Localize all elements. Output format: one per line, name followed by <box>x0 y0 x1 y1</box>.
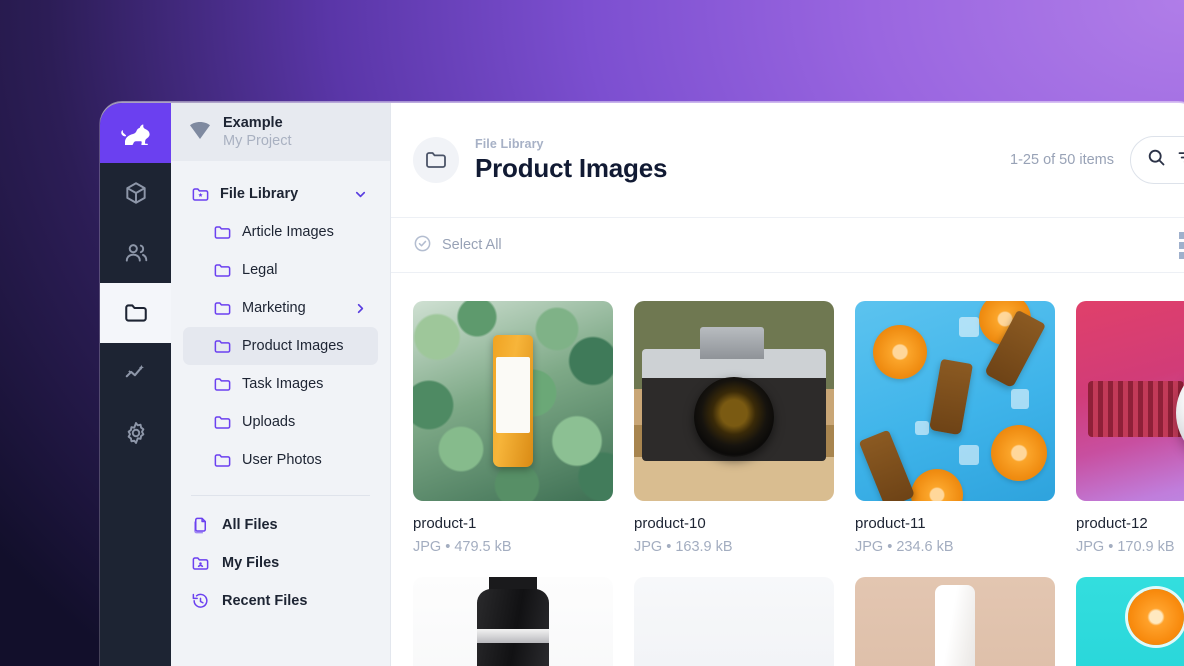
file-name: product-11 <box>855 515 926 532</box>
item-count: 1-25 of 50 items <box>1010 152 1114 168</box>
tree-item-file-library[interactable]: File Library <box>183 175 378 213</box>
file-meta: JPG • 479.5 kB <box>413 539 512 555</box>
select-all-label: Select All <box>442 237 502 253</box>
folder-icon <box>213 337 232 356</box>
sidebar-item-analytics[interactable] <box>100 343 171 403</box>
file-thumbnail[interactable] <box>634 577 834 666</box>
file-name: product-12 <box>1076 515 1148 532</box>
rabbit-logo-icon[interactable] <box>100 103 171 163</box>
file-meta: JPG • 234.6 kB <box>855 539 954 555</box>
sidebar-link-my-files[interactable]: My Files <box>183 544 378 582</box>
select-all-button[interactable]: Select All <box>413 234 502 257</box>
sidebar-item-files[interactable] <box>100 283 171 343</box>
grid-view-icon[interactable] <box>1179 231 1184 259</box>
content-header: File Library Product Images 1-25 of 50 i… <box>391 103 1184 217</box>
file-thumbnail[interactable] <box>634 301 834 501</box>
folder-icon <box>213 223 232 242</box>
sidebar-link-label: My Files <box>222 555 280 571</box>
tree-item-product-images[interactable]: Product Images <box>183 327 378 365</box>
file-card[interactable]: product-11 JPG • 234.6 kB <box>855 301 1055 555</box>
file-meta: JPG • 170.9 kB <box>1076 539 1175 555</box>
file-card[interactable]: product-1 JPG • 479.5 kB <box>413 301 613 555</box>
tree-item-article-images[interactable]: Article Images <box>183 213 378 251</box>
sidebar-link-label: All Files <box>222 517 278 533</box>
tree-item-uploads[interactable]: Uploads <box>183 403 378 441</box>
folder-icon <box>213 375 232 394</box>
filter-icon[interactable] <box>1176 147 1184 173</box>
tree-item-user-photos[interactable]: User Photos <box>183 441 378 479</box>
folder-user-icon <box>191 554 210 573</box>
file-card[interactable]: product-17 JPG • 256.8 kB <box>1076 577 1184 666</box>
tree-item-label: Uploads <box>242 414 296 430</box>
tree-item-label: Legal <box>242 262 278 278</box>
file-thumbnail[interactable] <box>855 577 1055 666</box>
search-icon[interactable] <box>1146 147 1167 173</box>
clock-history-icon <box>191 592 210 611</box>
app-window: Example My Project File Library Article … <box>100 103 1184 666</box>
grid-cell <box>1179 251 1184 259</box>
file-name: product-10 <box>634 515 706 532</box>
tree-item-marketing[interactable]: Marketing <box>183 289 378 327</box>
sidebar-divider <box>191 495 370 496</box>
selection-toolbar: Select All <box>391 217 1184 273</box>
tree-item-label: File Library <box>220 186 299 202</box>
file-thumbnail[interactable] <box>1076 301 1184 501</box>
sidebar-link-all-files[interactable]: All Files <box>183 506 378 544</box>
file-thumbnail[interactable] <box>413 301 613 501</box>
project-subtitle: My Project <box>223 133 292 149</box>
folder-icon <box>213 451 232 470</box>
folder-icon <box>213 299 232 318</box>
tree-item-task-images[interactable]: Task Images <box>183 365 378 403</box>
sidebar-item-products[interactable] <box>100 163 171 223</box>
tree-item-label: User Photos <box>242 452 322 468</box>
check-circle-icon[interactable] <box>413 234 432 257</box>
tree-item-label: Product Images <box>242 338 344 354</box>
file-card[interactable]: product-15 JPG • 142.7 kB <box>634 577 834 666</box>
page-title: Product Images <box>475 152 668 183</box>
tree-item-legal[interactable]: Legal <box>183 251 378 289</box>
copy-files-icon <box>191 516 210 535</box>
tree-item-label: Task Images <box>242 376 324 392</box>
folder-tree: File Library Article Images Legal Market… <box>171 161 390 620</box>
folder-icon <box>213 413 232 432</box>
file-meta: JPG • 163.9 kB <box>634 539 733 555</box>
project-switcher[interactable]: Example My Project <box>171 103 390 161</box>
tree-item-label: Article Images <box>242 224 334 240</box>
wifi-cone-icon <box>189 122 211 142</box>
grid-cell <box>1179 241 1184 249</box>
sidebar-item-team[interactable] <box>100 223 171 283</box>
sidebar-link-label: Recent Files <box>222 593 308 609</box>
folder-icon <box>213 261 232 280</box>
folder-icon <box>413 137 459 183</box>
icon-rail <box>100 103 171 666</box>
grid-cell <box>1179 231 1184 239</box>
sidebar-link-recent-files[interactable]: Recent Files <box>183 582 378 620</box>
file-card[interactable]: product-14 JPG • 188.2 kB <box>413 577 613 666</box>
project-name: Example <box>223 114 283 131</box>
file-grid: product-1 JPG • 479.5 kB product-10 JPG … <box>391 273 1184 666</box>
file-thumbnail[interactable] <box>855 301 1055 501</box>
breadcrumb[interactable]: File Library <box>475 137 667 151</box>
chevron-right-icon[interactable] <box>353 301 368 316</box>
sidebar-item-settings[interactable] <box>100 403 171 463</box>
file-card[interactable]: product-10 JPG • 163.9 kB <box>634 301 834 555</box>
folder-star-icon <box>191 185 210 204</box>
file-thumbnail[interactable] <box>413 577 613 666</box>
file-thumbnail[interactable] <box>1076 577 1184 666</box>
file-name: product-1 <box>413 515 477 532</box>
chevron-down-icon[interactable] <box>353 187 368 202</box>
file-card[interactable]: product-12 JPG • 170.9 kB <box>1076 301 1184 555</box>
file-card[interactable]: product-16 JPG • 301.3 kB <box>855 577 1055 666</box>
tree-item-label: Marketing <box>242 300 306 316</box>
search-filter-pill[interactable] <box>1130 136 1184 184</box>
main-content: File Library Product Images 1-25 of 50 i… <box>391 103 1184 666</box>
tree-sidebar: Example My Project File Library Article … <box>171 103 391 666</box>
